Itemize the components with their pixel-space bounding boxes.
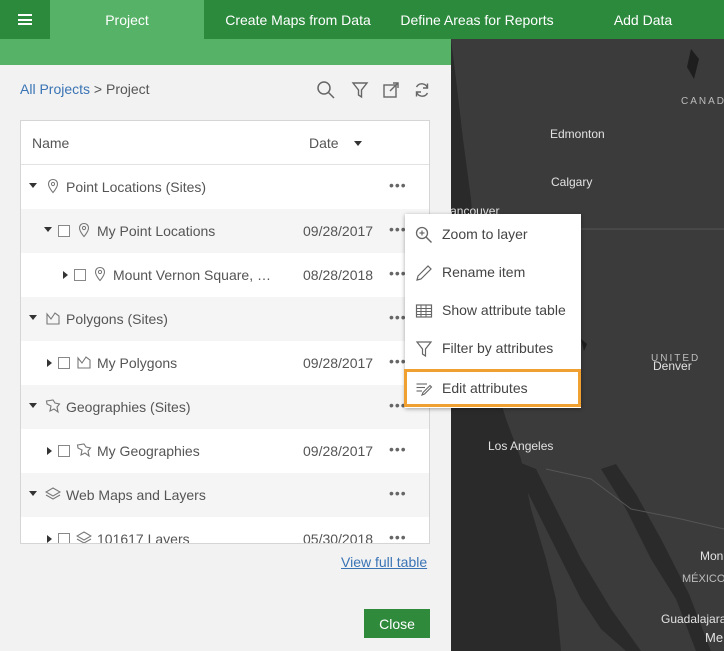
layers-icon bbox=[45, 487, 61, 500]
row-date: 09/28/2017 bbox=[303, 443, 374, 459]
breadcrumb-current: Project bbox=[106, 81, 150, 97]
map-label-me: Me bbox=[705, 630, 724, 645]
polygon-icon bbox=[77, 356, 91, 369]
row-label: Geographies (Sites) bbox=[66, 399, 191, 415]
map-label-guadalajara: Guadalajara bbox=[661, 612, 724, 626]
table-header: Name Date bbox=[21, 121, 429, 165]
caret-down-icon[interactable] bbox=[29, 403, 37, 408]
row-date: 08/28/2018 bbox=[303, 267, 374, 283]
row-checkbox[interactable] bbox=[58, 225, 70, 237]
map-label-canada: CANADA bbox=[681, 96, 724, 107]
tab-project[interactable]: Project bbox=[50, 0, 204, 39]
more-options-icon[interactable]: ••• bbox=[389, 177, 407, 193]
row-label: My Geographies bbox=[97, 443, 200, 459]
row-label: Polygons (Sites) bbox=[66, 311, 168, 327]
row-label: Web Maps and Layers bbox=[66, 487, 206, 503]
menu-item-label: Show attribute table bbox=[442, 302, 566, 318]
tab-add-data[interactable]: Add Data bbox=[562, 0, 724, 39]
project-panel: All Projects > Project Name Date Point L… bbox=[0, 39, 451, 651]
pin-icon bbox=[47, 178, 59, 194]
search-icon[interactable] bbox=[316, 80, 336, 100]
row-label: My Polygons bbox=[97, 355, 178, 371]
column-date[interactable]: Date bbox=[309, 135, 339, 151]
menu-item-label: Rename item bbox=[442, 264, 526, 280]
caret-right-icon[interactable] bbox=[63, 271, 68, 279]
caret-right-icon[interactable] bbox=[47, 447, 52, 455]
table-row[interactable]: Geographies (Sites) ••• bbox=[21, 385, 429, 429]
map-label-calgary: Calgary bbox=[551, 175, 593, 189]
caret-down-icon[interactable] bbox=[44, 227, 52, 232]
row-date: 09/28/2017 bbox=[303, 223, 374, 239]
map-label-mon: Mon bbox=[700, 549, 724, 563]
column-name[interactable]: Name bbox=[32, 135, 69, 151]
pin-icon bbox=[94, 266, 106, 282]
breadcrumb: All Projects > Project bbox=[20, 81, 150, 97]
tab-create-maps[interactable]: Create Maps from Data bbox=[204, 0, 392, 39]
highlight-frame bbox=[404, 369, 581, 407]
table-row[interactable]: Point Locations (Sites) ••• bbox=[21, 165, 429, 209]
row-checkbox[interactable] bbox=[58, 533, 70, 543]
filter-icon[interactable] bbox=[350, 80, 370, 100]
table-row[interactable]: My Point Locations 09/28/2017 ••• bbox=[21, 209, 429, 253]
geography-icon bbox=[45, 399, 61, 414]
menu-item-zoom-to-layer[interactable]: Zoom to layer bbox=[405, 215, 581, 253]
table-icon bbox=[415, 304, 433, 318]
row-label: Mount Vernon Square, … bbox=[113, 267, 271, 283]
caret-down-icon[interactable] bbox=[29, 491, 37, 496]
pin-icon bbox=[78, 222, 90, 238]
table-row[interactable]: My Polygons 09/28/2017 ••• bbox=[21, 341, 429, 385]
menu-item-rename[interactable]: Rename item bbox=[405, 253, 581, 291]
pencil-icon bbox=[416, 265, 432, 281]
top-nav: Project Create Maps from Data Define Are… bbox=[0, 0, 724, 39]
export-icon[interactable] bbox=[381, 80, 401, 100]
breadcrumb-separator: > bbox=[90, 81, 106, 97]
project-table: Name Date Point Locations (Sites) ••• My… bbox=[20, 120, 430, 544]
table-row[interactable]: Polygons (Sites) ••• bbox=[21, 297, 429, 341]
menu-item-label: Filter by attributes bbox=[442, 340, 554, 356]
zoom-in-icon bbox=[415, 226, 432, 243]
layers-icon bbox=[76, 531, 92, 543]
polygon-icon bbox=[46, 312, 60, 325]
caret-right-icon[interactable] bbox=[47, 359, 52, 367]
caret-down-icon[interactable] bbox=[29, 315, 37, 320]
row-checkbox[interactable] bbox=[74, 269, 86, 281]
geography-icon bbox=[76, 443, 92, 458]
filter-icon bbox=[415, 341, 433, 358]
menu-button[interactable] bbox=[0, 0, 50, 39]
refresh-icon[interactable] bbox=[412, 80, 432, 100]
row-checkbox[interactable] bbox=[58, 445, 70, 457]
more-options-icon[interactable]: ••• bbox=[389, 529, 407, 543]
map-label-edmonton: Edmonton bbox=[550, 127, 605, 141]
caret-down-icon[interactable] bbox=[29, 183, 37, 188]
tab-define-areas[interactable]: Define Areas for Reports bbox=[392, 0, 562, 39]
table-row[interactable]: My Geographies 09/28/2017 ••• bbox=[21, 429, 429, 473]
hamburger-icon bbox=[18, 14, 32, 25]
more-options-icon[interactable]: ••• bbox=[389, 441, 407, 457]
row-date: 09/28/2017 bbox=[303, 355, 374, 371]
map-label-denver: Denver bbox=[653, 359, 692, 373]
sort-down-icon[interactable] bbox=[354, 141, 362, 146]
view-full-table-link[interactable]: View full table bbox=[341, 554, 427, 570]
menu-item-show-attribute-table[interactable]: Show attribute table bbox=[405, 291, 581, 329]
row-label: Point Locations (Sites) bbox=[66, 179, 207, 195]
table-row[interactable]: Mount Vernon Square, … 08/28/2018 ••• bbox=[21, 253, 429, 297]
row-label: My Point Locations bbox=[97, 223, 216, 239]
row-label: 101617 Layers bbox=[97, 531, 190, 544]
row-date: 05/30/2018 bbox=[303, 531, 374, 544]
row-checkbox[interactable] bbox=[58, 357, 70, 369]
table-row[interactable]: Web Maps and Layers ••• bbox=[21, 473, 429, 517]
menu-item-filter-by-attributes[interactable]: Filter by attributes bbox=[405, 329, 581, 367]
map-label-los-angeles: Los Angeles bbox=[488, 439, 554, 453]
caret-right-icon[interactable] bbox=[47, 535, 52, 543]
menu-item-label: Zoom to layer bbox=[442, 226, 528, 242]
panel-header-strip bbox=[0, 39, 451, 65]
map-label-mexico: MÉXICO bbox=[682, 573, 724, 585]
table-row[interactable]: 101617 Layers 05/30/2018 ••• bbox=[21, 517, 429, 544]
close-button[interactable]: Close bbox=[364, 609, 430, 638]
breadcrumb-all-projects[interactable]: All Projects bbox=[20, 81, 90, 97]
more-options-icon[interactable]: ••• bbox=[389, 485, 407, 501]
